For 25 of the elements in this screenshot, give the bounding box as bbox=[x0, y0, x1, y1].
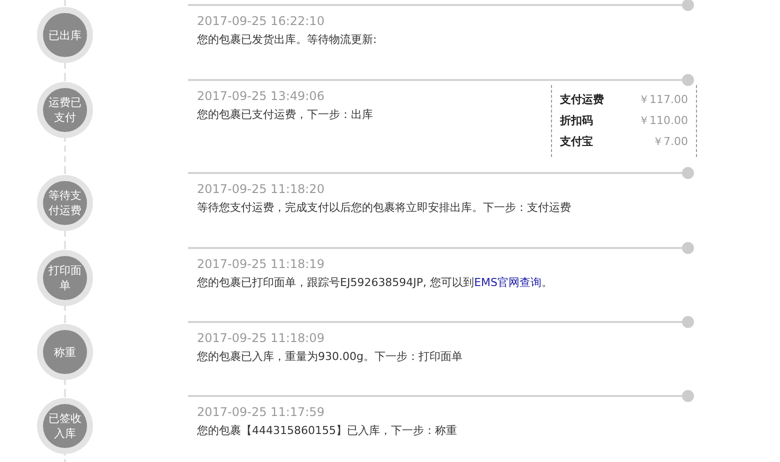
event-description: 您的包裹已打印面单，跟踪号EJ592638594JP, 您可以到EMS官网查询。 bbox=[197, 275, 552, 291]
status-badge: 打印面单 bbox=[37, 250, 93, 306]
tracking-link[interactable]: EMS官网查询 bbox=[474, 276, 542, 289]
event-description: 您的包裹已入库，重量为930.00g。下一步：打印面单 bbox=[197, 349, 462, 365]
payment-amount: ￥117.00 bbox=[638, 92, 688, 108]
payment-label: 支付运费 bbox=[560, 92, 604, 108]
event-description: 您的包裹已支付运费，下一步：出库 bbox=[197, 107, 373, 123]
status-badge: 等待支付运费 bbox=[37, 175, 93, 231]
timestamp: 2017-09-25 11:18:19 bbox=[197, 256, 326, 273]
timestamp: 2017-09-25 11:17:59 bbox=[197, 404, 326, 421]
payment-amount: ￥110.00 bbox=[638, 113, 688, 129]
status-badge: 运费已支付 bbox=[37, 82, 93, 138]
payment-label: 支付宝 bbox=[560, 134, 593, 150]
timestamp: 2017-09-25 16:22:10 bbox=[197, 13, 326, 30]
status-badge: 称重 bbox=[37, 324, 93, 380]
event-description: 您的包裹【444315860155】已入库，下一步：称重 bbox=[197, 423, 457, 439]
status-badge: 已签收入库 bbox=[37, 398, 93, 454]
timestamp: 2017-09-25 13:49:06 bbox=[197, 88, 326, 105]
payment-amount: ￥7.00 bbox=[652, 134, 688, 150]
payment-label: 折扣码 bbox=[560, 113, 593, 129]
event-description: 您的包裹已发货出库。等待物流更新: bbox=[197, 32, 377, 48]
timestamp: 2017-09-25 11:18:20 bbox=[197, 181, 326, 198]
timestamp: 2017-09-25 11:18:09 bbox=[197, 330, 326, 347]
event-description: 等待您支付运费，完成支付以后您的包裹将立即安排出库。下一步：支付运费 bbox=[197, 200, 571, 216]
status-badge: 已出库 bbox=[37, 7, 93, 63]
